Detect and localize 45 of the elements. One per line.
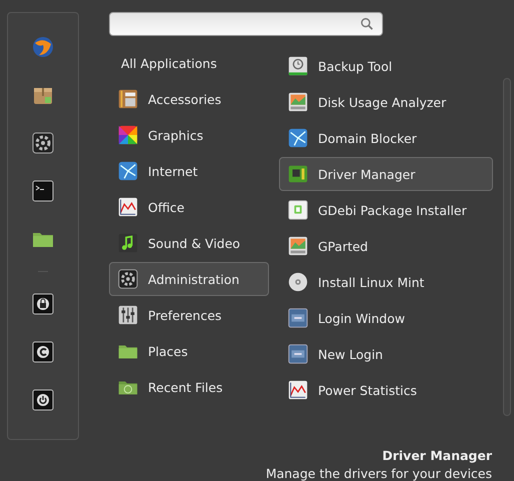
scrollbar[interactable] <box>503 78 511 416</box>
category-item[interactable]: Office <box>109 190 269 224</box>
application-item[interactable]: Domain Blocker <box>279 121 493 155</box>
application-item[interactable]: Install Linux Mint <box>279 265 493 299</box>
application-item[interactable]: Backup Tool <box>279 49 493 83</box>
description-title: Driver Manager <box>382 448 492 463</box>
window-icon <box>287 343 309 365</box>
sliders-icon <box>117 304 139 326</box>
chart-icon <box>287 379 309 401</box>
music-note-icon <box>117 232 139 254</box>
lock-icon[interactable] <box>31 292 55 316</box>
category-item[interactable]: Administration <box>109 262 269 296</box>
package-icon <box>287 199 309 221</box>
category-item[interactable]: Sound & Video <box>109 226 269 260</box>
power-icon[interactable] <box>31 388 55 412</box>
color-wheel-icon <box>117 124 139 146</box>
terminal-icon[interactable] <box>31 179 55 203</box>
globe-icon[interactable] <box>31 35 55 59</box>
calculator-icon <box>117 88 139 110</box>
circuit-board-icon <box>287 163 309 185</box>
category-item[interactable]: Places <box>109 334 269 368</box>
description-text: Manage the drivers for your devices <box>264 466 492 481</box>
application-item[interactable]: Power Statistics <box>279 373 493 407</box>
clock-drive-icon <box>287 55 309 77</box>
gear-icon <box>117 268 139 290</box>
application-item[interactable]: GParted <box>279 229 493 263</box>
search-field[interactable] <box>109 12 383 36</box>
application-item[interactable]: Driver Manager <box>279 157 493 191</box>
category-item[interactable]: Graphics <box>109 118 269 152</box>
category-item[interactable]: All Applications <box>109 46 269 80</box>
category-item[interactable]: Accessories <box>109 82 269 116</box>
category-item[interactable]: Preferences <box>109 298 269 332</box>
gear-icon[interactable] <box>31 131 55 155</box>
application-item[interactable]: New Login <box>279 337 493 371</box>
application-item[interactable]: Disk Usage Analyzer <box>279 85 493 119</box>
disc-icon <box>287 271 309 293</box>
search-icon <box>360 17 374 31</box>
window-icon <box>287 307 309 329</box>
chart-icon <box>117 196 139 218</box>
category-item[interactable]: Recent Files <box>109 370 269 404</box>
network-icon <box>287 127 309 149</box>
network-icon <box>117 160 139 182</box>
application-item[interactable]: GDebi Package Installer <box>279 193 493 227</box>
category-item[interactable]: Internet <box>109 154 269 188</box>
application-item[interactable]: Login Window <box>279 301 493 335</box>
